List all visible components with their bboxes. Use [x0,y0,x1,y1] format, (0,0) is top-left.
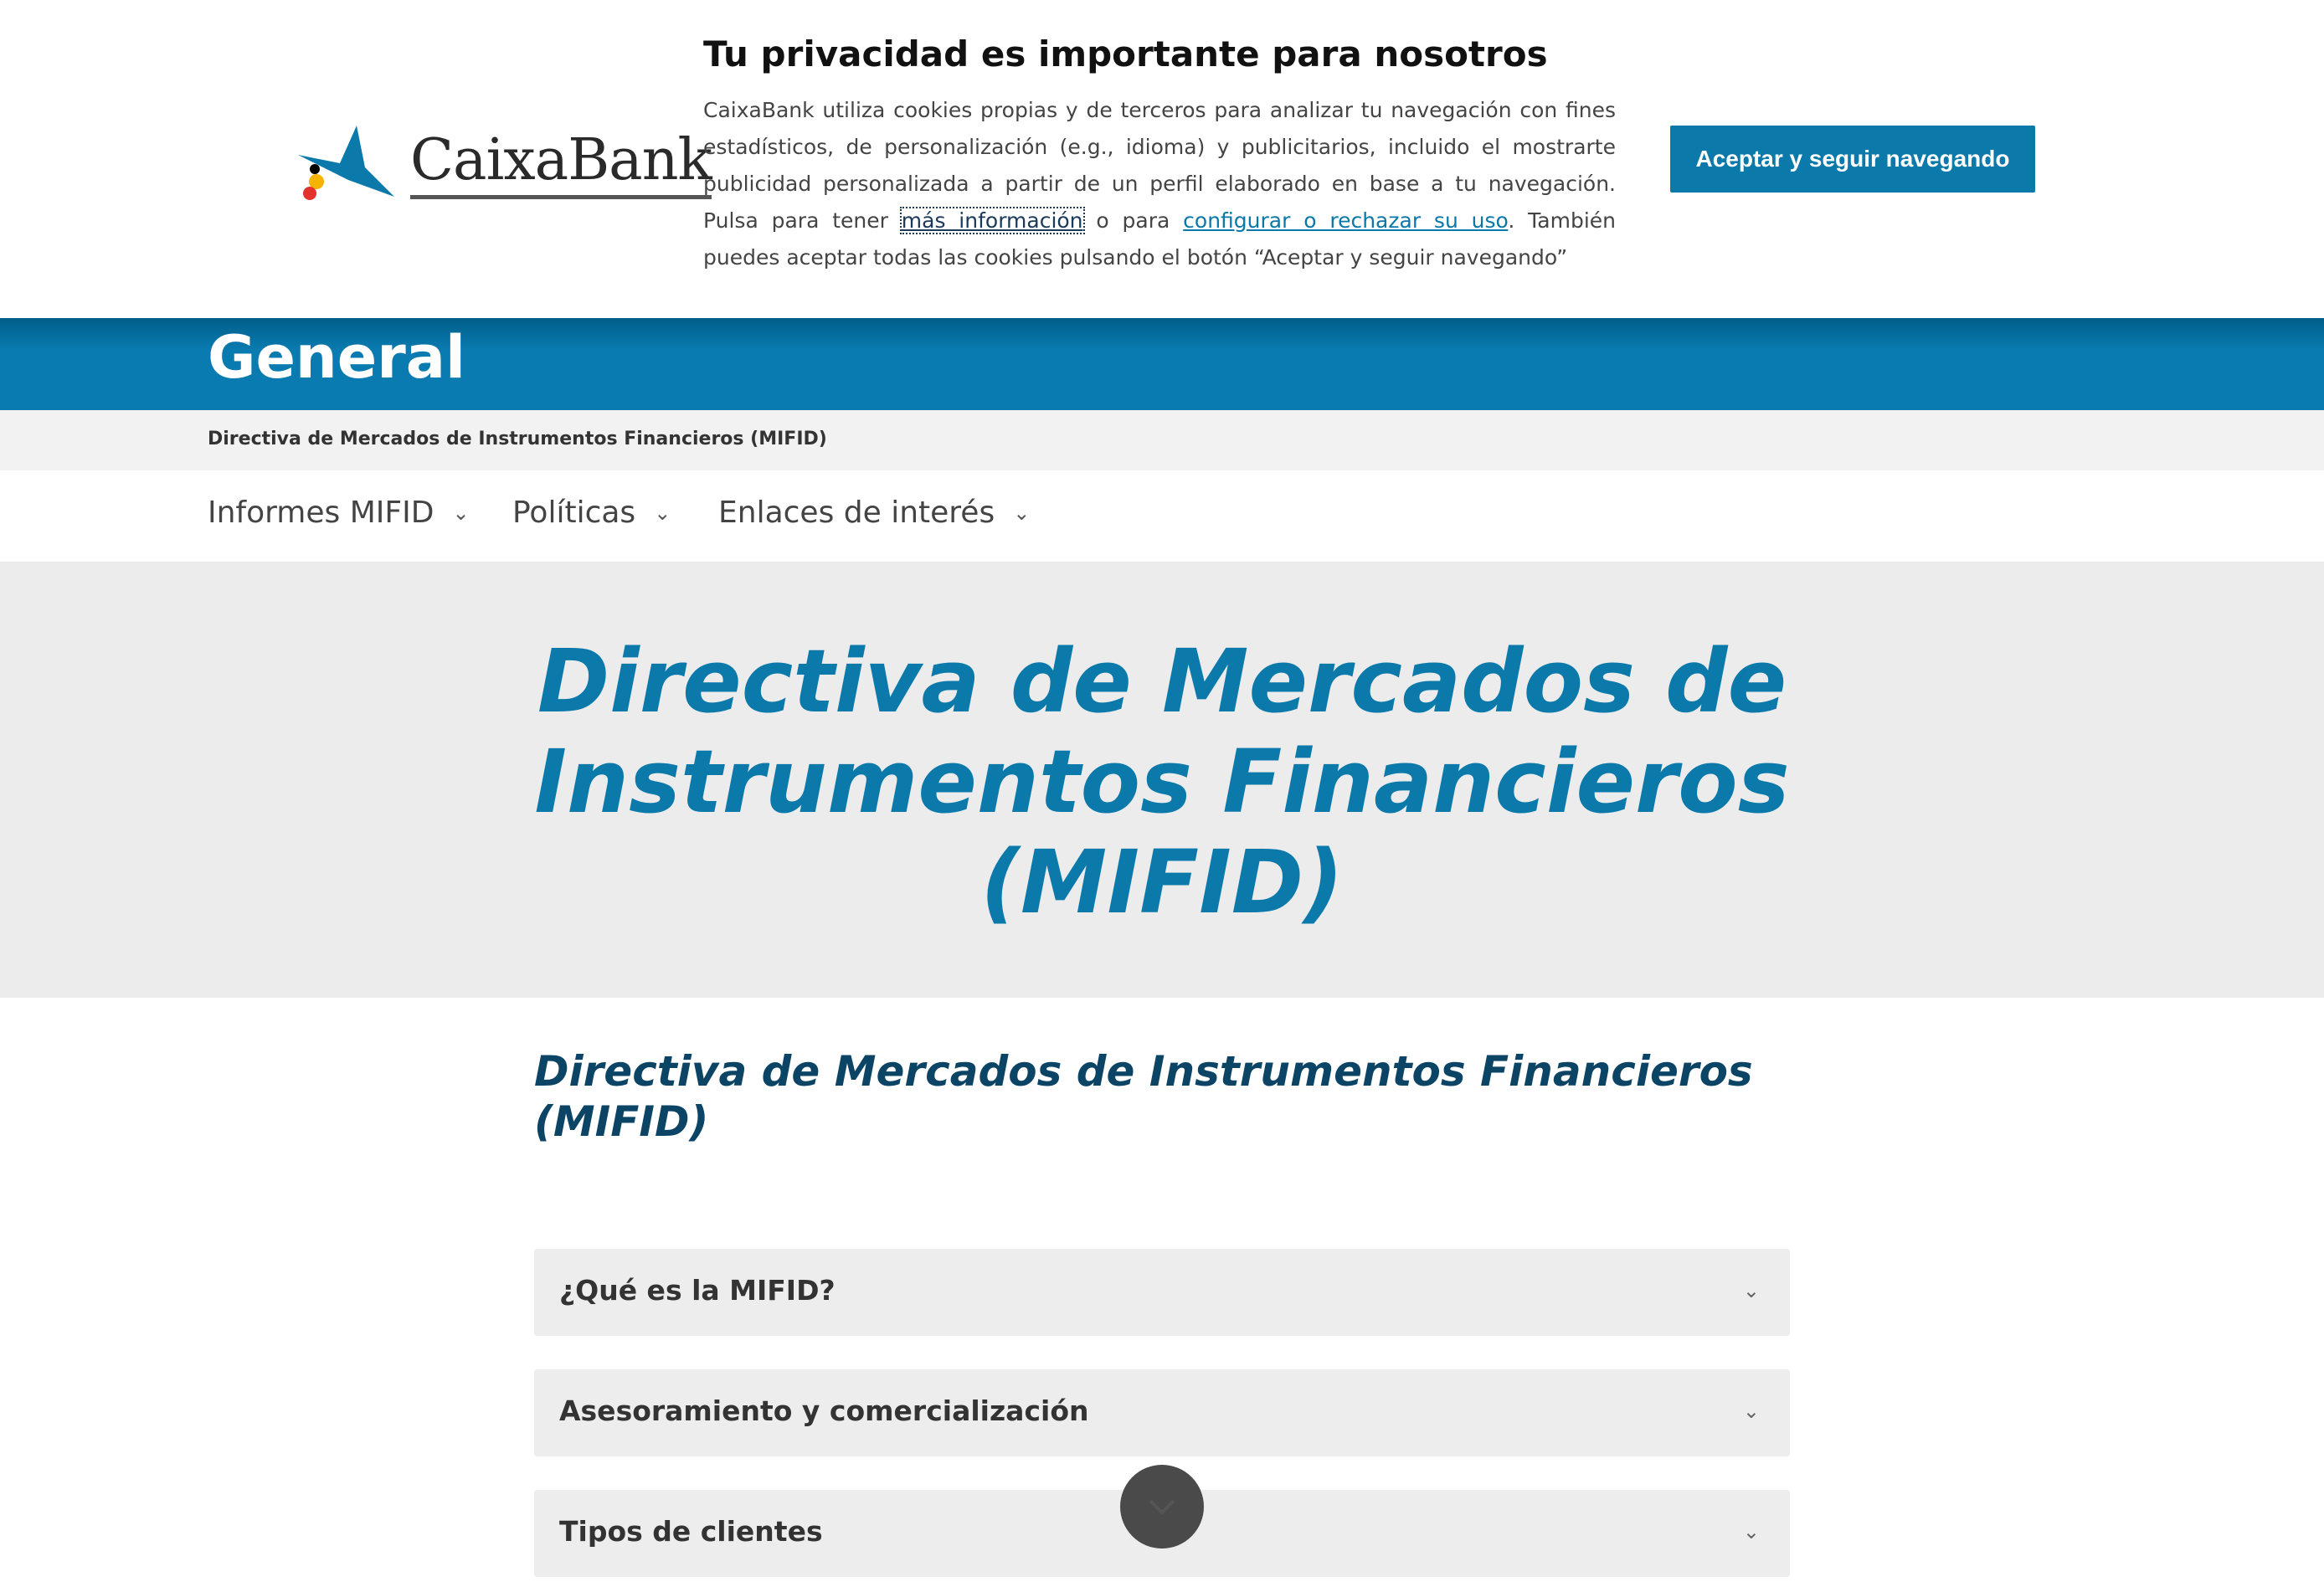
more-info-link[interactable]: más información [899,207,1085,234]
chevron-down-icon [1149,1499,1175,1515]
cookie-banner: CaixaBank Tu privacidad es importante pa… [0,0,2324,318]
hero-title: Directiva de Mercados de Instrumentos Fi… [534,630,1790,933]
chevron-down-icon: ⌄ [1742,1520,1760,1543]
nav-item-informes[interactable]: Informes MIFID ⌄ [208,496,470,530]
section-title: General [208,323,465,392]
nav-item-label: Políticas [512,496,636,530]
nav-item-label: Enlaces de interés [718,496,995,530]
cookie-text-part: o para [1082,208,1184,233]
secondary-nav: Informes MIFID ⌄ Políticas ⌄ Enlaces de … [0,470,2324,562]
section-header: General [0,318,2324,410]
breadcrumb[interactable]: Directiva de Mercados de Instrumentos Fi… [208,429,827,449]
chevron-down-icon: ⌄ [1742,1279,1760,1302]
scroll-down-button[interactable] [1120,1465,1204,1548]
cookie-text: CaixaBank utiliza cookies propias y de t… [703,92,1616,276]
chevron-down-icon: ⌄ [1742,1400,1760,1423]
accordion-label: Tipos de clientes [559,1515,823,1548]
hero-banner: Directiva de Mercados de Instrumentos Fi… [0,562,2324,998]
star-logo-icon [298,126,394,200]
logo-text: CaixaBank [410,127,712,199]
chevron-down-icon: ⌄ [1013,501,1031,525]
caixabank-logo: CaixaBank [290,121,712,205]
nav-item-politicas[interactable]: Políticas ⌄ [512,496,671,530]
accordion-item-asesoramiento[interactable]: Asesoramiento y comercialización ⌄ [534,1369,1790,1456]
chevron-down-icon: ⌄ [654,501,671,525]
chevron-down-icon: ⌄ [452,501,470,525]
accept-cookies-button[interactable]: Aceptar y seguir navegando [1670,126,2035,193]
nav-item-label: Informes MIFID [208,496,434,530]
accordion-label: Asesoramiento y comercialización [559,1394,1089,1427]
configure-link[interactable]: configurar o rechazar su uso [1183,208,1508,233]
nav-item-enlaces[interactable]: Enlaces de interés ⌄ [718,496,1030,530]
cookie-title: Tu privacidad es importante para nosotro… [703,33,1548,74]
accordion-item-que-es[interactable]: ¿Qué es la MIFID? ⌄ [534,1249,1790,1336]
page-heading: Directiva de Mercados de Instrumentos Fi… [534,1047,1753,1146]
accordion-label: ¿Qué es la MIFID? [559,1274,836,1307]
breadcrumb-bar: Directiva de Mercados de Instrumentos Fi… [0,410,2324,470]
